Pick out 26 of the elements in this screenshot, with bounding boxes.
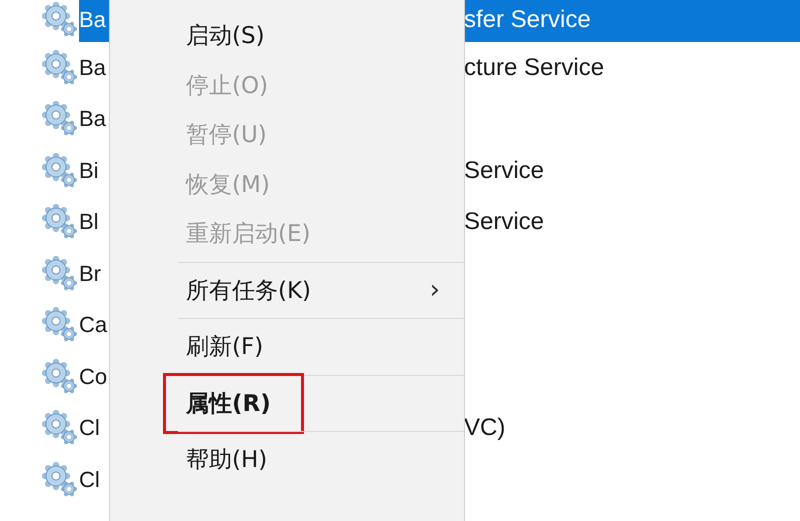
gears-icon xyxy=(42,307,78,344)
service-name[interactable]: Cl xyxy=(79,454,110,506)
menu-item[interactable]: 属性(R) xyxy=(166,376,301,431)
gears-icon xyxy=(42,152,78,189)
service-name[interactable]: Service xyxy=(464,196,800,248)
gears-icon xyxy=(42,358,78,395)
service-name[interactable]: VC) xyxy=(464,402,800,454)
gears-icon xyxy=(42,2,78,38)
service-name[interactable]: sfer Service xyxy=(464,0,800,42)
service-name[interactable]: cture Service xyxy=(464,42,800,94)
gears-icon xyxy=(42,50,78,86)
service-name[interactable]: Service xyxy=(464,145,800,196)
menu-item[interactable]: 启动(S) xyxy=(186,20,265,52)
menu-item[interactable]: 所有任务(K) xyxy=(186,274,312,306)
gears-icon xyxy=(42,204,78,240)
service-name[interactable]: Bl xyxy=(79,196,109,248)
menu-item[interactable]: 帮助(H) xyxy=(186,444,268,476)
gears-icon xyxy=(42,410,78,446)
submenu-arrow: › xyxy=(430,275,440,306)
gears-icon xyxy=(42,101,78,138)
service-name[interactable]: Bi xyxy=(79,145,109,196)
gears-icon xyxy=(42,256,78,292)
service-name[interactable]: Cl xyxy=(79,402,110,454)
gears-icon xyxy=(42,462,78,498)
service-name[interactable]: Br xyxy=(79,248,111,300)
menu-item[interactable]: 刷新(F) xyxy=(186,331,264,362)
